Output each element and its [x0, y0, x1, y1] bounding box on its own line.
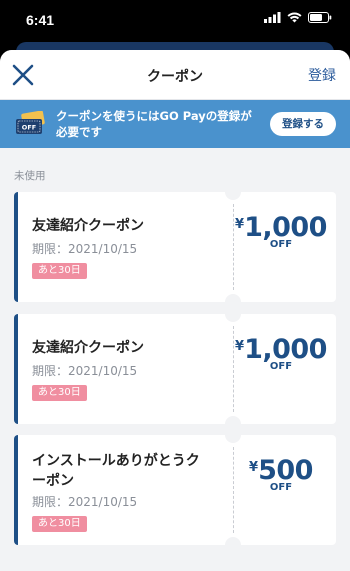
nav-bar: クーポン 登録 [0, 50, 350, 100]
coupon-notch [225, 192, 241, 200]
coupon-accent-bar [14, 435, 18, 545]
coupon-notch [225, 416, 241, 424]
coupon-name: 友達紹介クーポン [32, 218, 144, 234]
coupon-accent-bar [14, 192, 18, 302]
coupon-expiry: 期限：2021/10/15 [32, 242, 138, 256]
coupon-notch [225, 294, 241, 302]
currency-symbol: ¥ [235, 217, 245, 232]
gopay-banner: OFF クーポンを使うにはGO Payの登録が必要です 登録する [0, 100, 350, 148]
coupon-notch [225, 537, 241, 545]
days-left-badge: あと30日 [32, 516, 87, 532]
coupon-name: 友達紹介クーポン [32, 340, 144, 356]
signal-icon [264, 12, 281, 23]
amount-unit: OFF [269, 482, 293, 493]
coupon-amount: ¥1,000 OFF [234, 334, 328, 372]
coupon-ticket-icon: OFF [16, 111, 45, 134]
currency-symbol: ¥ [249, 460, 259, 475]
coupon-accent-bar [14, 314, 18, 424]
status-bar: 6:41 [0, 0, 350, 40]
days-left-badge: あと30日 [32, 385, 87, 401]
register-link[interactable]: 登録 [308, 65, 336, 85]
coupon-sheet: クーポン 登録 OFF クーポンを使うにはGO Payの登録が必要です 登録する… [0, 50, 350, 571]
days-left-badge: あと30日 [32, 263, 87, 279]
page-title: クーポン [147, 69, 203, 85]
wifi-icon [287, 12, 302, 23]
status-time: 6:41 [26, 12, 55, 28]
coupon-notch [225, 314, 241, 322]
coupon-expiry: 期限：2021/10/15 [32, 364, 138, 378]
coupon-card[interactable]: 友達紹介クーポン 期限：2021/10/15 あと30日 ¥1,000 OFF [14, 192, 336, 302]
battery-icon [308, 12, 332, 23]
coupon-expiry: 期限：2021/10/15 [32, 495, 138, 509]
coupon-notch [225, 435, 241, 443]
register-button[interactable]: 登録する [270, 112, 336, 136]
status-icons [264, 12, 332, 23]
coupon-amount: ¥500 OFF [234, 455, 328, 493]
coupon-ticket-label: OFF [22, 124, 36, 132]
coupon-card[interactable]: インストールありがとうクーポン 期限：2021/10/15 あと30日 ¥500… [14, 435, 336, 545]
banner-message: クーポンを使うにはGO Payの登録が必要です [56, 109, 252, 139]
section-label-unused: 未使用 [14, 170, 46, 182]
coupon-name: インストールありがとうクーポン [32, 453, 200, 489]
coupon-card[interactable]: 友達紹介クーポン 期限：2021/10/15 あと30日 ¥1,000 OFF [14, 314, 336, 424]
coupon-amount: ¥1,000 OFF [234, 212, 328, 250]
currency-symbol: ¥ [235, 339, 245, 354]
